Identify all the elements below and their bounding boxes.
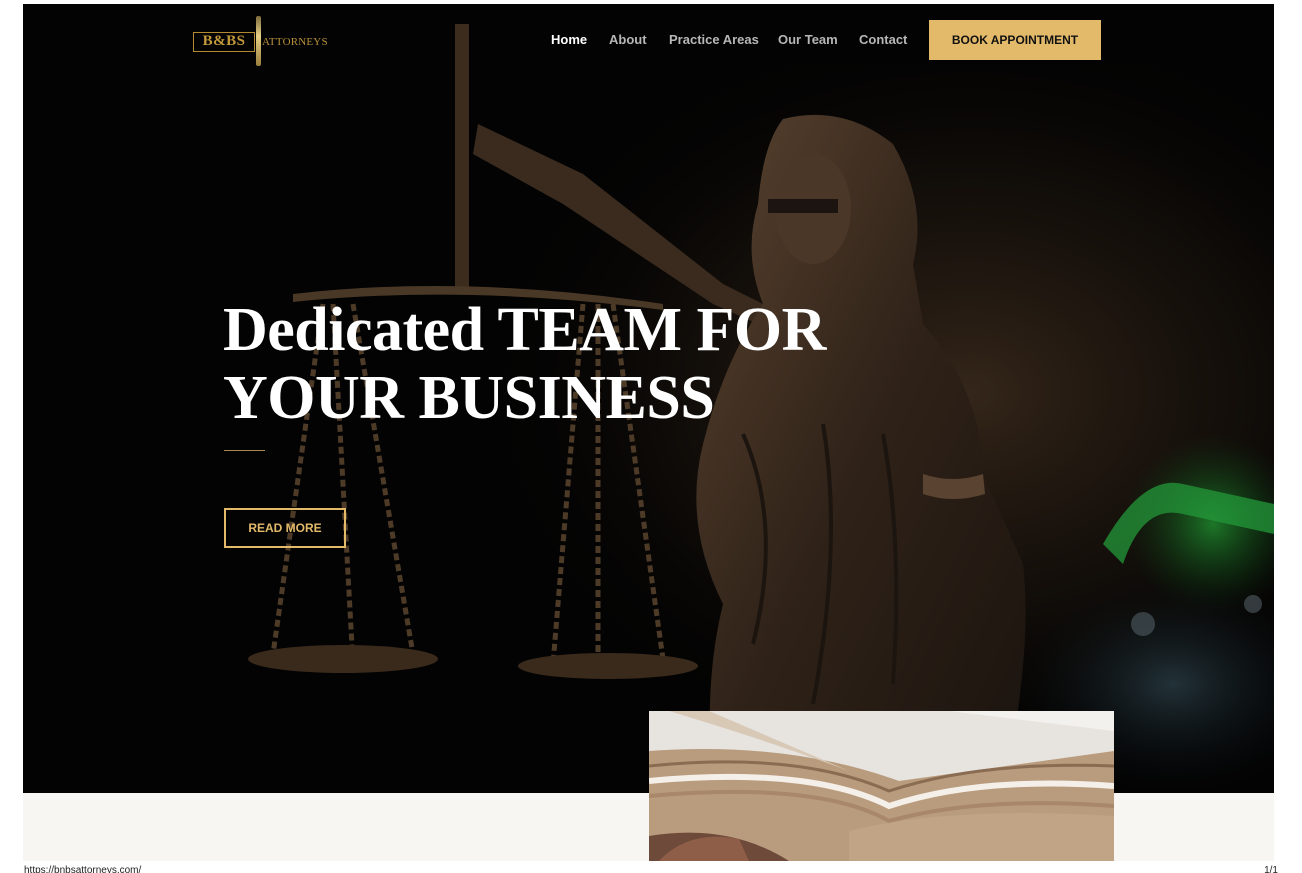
logo-sword-icon	[256, 16, 261, 66]
logo-mark: B&BS	[193, 32, 255, 52]
hero-title: Dedicated TEAM FOR YOUR BUSINESS	[223, 296, 883, 432]
hero-title-line-1: Dedicated TEAM FOR	[223, 296, 826, 364]
book-appointment-button[interactable]: BOOK APPOINTMENT	[929, 20, 1101, 60]
nav-item-our-team[interactable]: Our Team	[778, 32, 838, 47]
read-more-button[interactable]: READ MORE	[224, 508, 346, 548]
nav-item-practice-areas[interactable]: Practice Areas	[669, 32, 759, 47]
hero-divider	[224, 450, 265, 451]
page: B&BS ATTORNEYS Home About Practice Areas…	[23, 4, 1274, 861]
open-book-image	[649, 711, 1114, 861]
print-footer-url: https://bnbsattorneys.com/	[24, 865, 142, 873]
nav-item-about[interactable]: About	[609, 32, 647, 47]
hero-section: B&BS ATTORNEYS Home About Practice Areas…	[23, 4, 1274, 793]
nav-item-contact[interactable]: Contact	[859, 32, 907, 47]
brand-logo[interactable]: B&BS ATTORNEYS	[193, 16, 328, 68]
logo-text: ATTORNEYS	[262, 36, 328, 48]
hero-title-line-2: YOUR BUSINESS	[223, 364, 715, 432]
open-book-picture	[649, 711, 1114, 861]
nav-item-home[interactable]: Home	[551, 32, 587, 47]
print-footer: https://bnbsattorneys.com/ 1/1	[24, 862, 1278, 873]
print-footer-page: 1/1	[1264, 865, 1278, 873]
